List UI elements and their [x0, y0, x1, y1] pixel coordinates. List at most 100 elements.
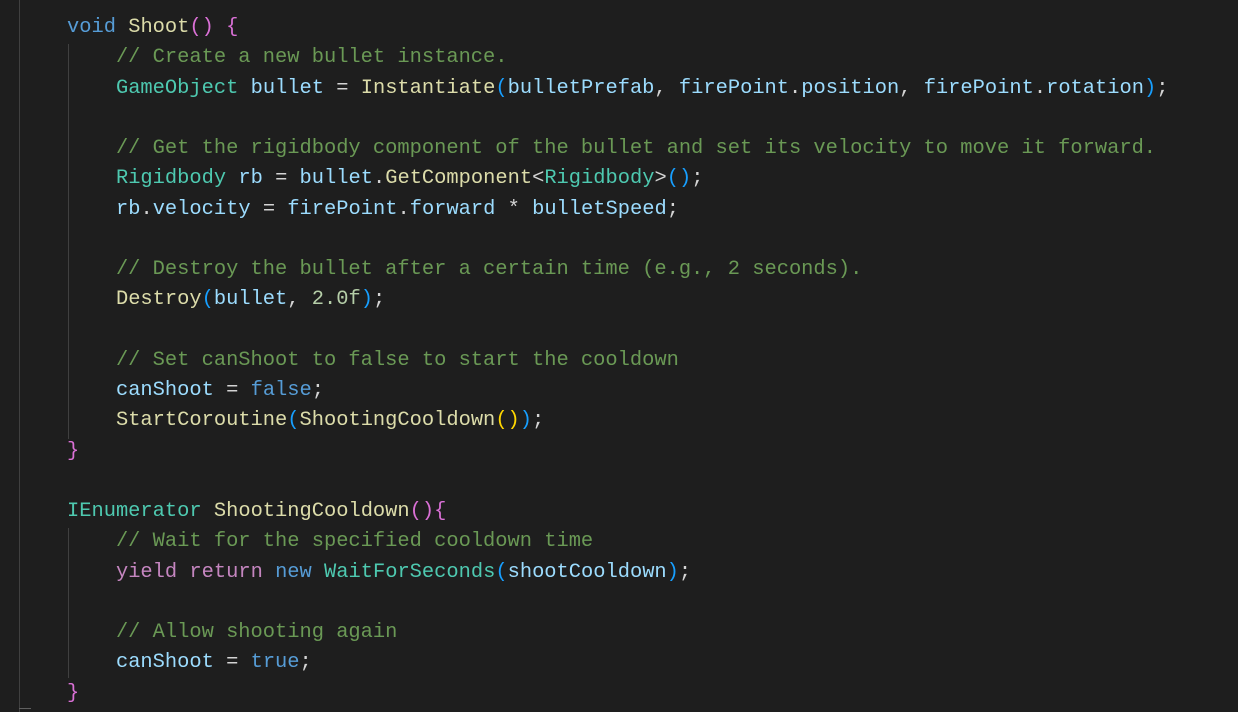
code-token: ; [1156, 76, 1169, 100]
code-line[interactable]: canShoot = false; [67, 376, 1168, 406]
code-token: firePoint [923, 76, 1034, 100]
code-token: () [409, 500, 435, 523]
code-token: . [372, 167, 386, 191]
code-line[interactable]: // Get the rigidbody component of the bu… [67, 134, 1168, 164]
code-token: bulletPrefab [507, 76, 655, 100]
code-token: new [275, 560, 312, 584]
code-editor[interactable]: void Shoot() { // Create a new bullet in… [67, 13, 1168, 709]
code-line[interactable]: // Create a new bullet instance. [67, 43, 1168, 73]
indent-guide-outer [19, 0, 20, 712]
code-line[interactable] [67, 225, 1168, 255]
code-token: . [397, 197, 410, 221]
code-line[interactable] [67, 467, 1168, 497]
code-token: 2.0f [311, 288, 361, 312]
code-token: ( [201, 288, 214, 312]
code-line[interactable] [67, 104, 1168, 134]
code-token: ShootingCooldown [299, 409, 496, 433]
code-token: () [189, 16, 214, 39]
code-token: ) [666, 560, 679, 584]
code-line[interactable]: GameObject bullet = Instantiate(bulletPr… [67, 74, 1169, 104]
code-token: } [67, 439, 80, 463]
code-line[interactable]: Destroy(bullet, 2.0f); [67, 285, 1168, 315]
code-line[interactable] [67, 316, 1168, 346]
code-token: // Set canShoot to false to start the co… [67, 348, 679, 372]
code-line[interactable]: // Destroy the bullet after a certain ti… [67, 255, 1168, 285]
code-token: position [801, 76, 900, 100]
code-line[interactable]: // Allow shooting again [67, 618, 1168, 648]
code-token: canShoot [115, 651, 214, 675]
code-line[interactable]: // Wait for the specified cooldown time [67, 527, 1168, 557]
code-token: // Create a new bullet instance. [67, 46, 508, 70]
code-token: ) [1143, 76, 1157, 100]
code-token: = [262, 167, 300, 191]
code-token: , [654, 76, 679, 100]
code-token: // Allow shooting again [67, 621, 398, 644]
code-token: { [434, 500, 447, 523]
code-line[interactable]: } [67, 437, 1168, 467]
code-token: * [495, 197, 533, 221]
code-token: = [324, 76, 361, 100]
code-token: = [250, 197, 288, 221]
code-token: ; [372, 288, 386, 312]
code-token: GetComponent [385, 167, 533, 191]
code-token: ; [666, 197, 679, 221]
fold-marker [19, 708, 31, 709]
code-token: firePoint [678, 76, 790, 100]
code-token: } [67, 681, 80, 705]
code-token: = [213, 379, 251, 402]
code-token: ; [311, 379, 325, 402]
code-token: ( [495, 560, 508, 584]
code-token: ( [495, 76, 508, 100]
code-token: true [250, 651, 300, 675]
code-token: ) [519, 409, 533, 433]
code-token: ( [287, 409, 300, 433]
code-token: // Get the rigidbody component of the bu… [67, 137, 1157, 160]
code-token: () [666, 167, 692, 191]
code-line[interactable]: // Set canShoot to false to start the co… [67, 346, 1168, 376]
code-token: shootCooldown [507, 560, 667, 584]
code-token: canShoot [115, 379, 214, 402]
code-token: false [250, 379, 312, 402]
code-token: forward [409, 197, 496, 221]
code-token: < [532, 167, 545, 191]
code-token: GameObject [115, 76, 239, 100]
code-token: velocity [152, 197, 251, 221]
code-token: ShootingCooldown [213, 500, 410, 523]
code-token: ; [691, 167, 704, 191]
code-token: Destroy [115, 288, 202, 312]
code-line[interactable]: StartCoroutine(ShootingCooldown()); [67, 406, 1168, 436]
code-line[interactable]: canShoot = true; [67, 648, 1168, 678]
code-token: { [226, 16, 239, 39]
code-line[interactable]: } [67, 679, 1168, 709]
code-token: bullet [299, 167, 373, 191]
code-line[interactable] [67, 588, 1168, 618]
code-token: firePoint [287, 197, 398, 221]
code-token: bullet [250, 76, 324, 100]
code-token: . [789, 76, 802, 100]
code-token: ) [360, 288, 373, 312]
code-line[interactable]: yield return new WaitForSeconds(shootCoo… [67, 558, 1168, 588]
code-token: rb [238, 167, 263, 191]
code-token: Rigidbody [544, 167, 655, 191]
code-line[interactable]: IEnumerator ShootingCooldown(){ [67, 497, 1168, 527]
code-token: return [189, 560, 263, 584]
code-token: bullet [213, 288, 288, 312]
code-token: , [287, 288, 312, 312]
code-line[interactable]: void Shoot() { [67, 13, 1168, 43]
code-line[interactable]: Rigidbody rb = bullet.GetComponent<Rigid… [67, 164, 1168, 194]
code-token: Rigidbody [115, 167, 227, 191]
code-line[interactable]: rb.velocity = firePoint.forward * bullet… [67, 195, 1168, 225]
